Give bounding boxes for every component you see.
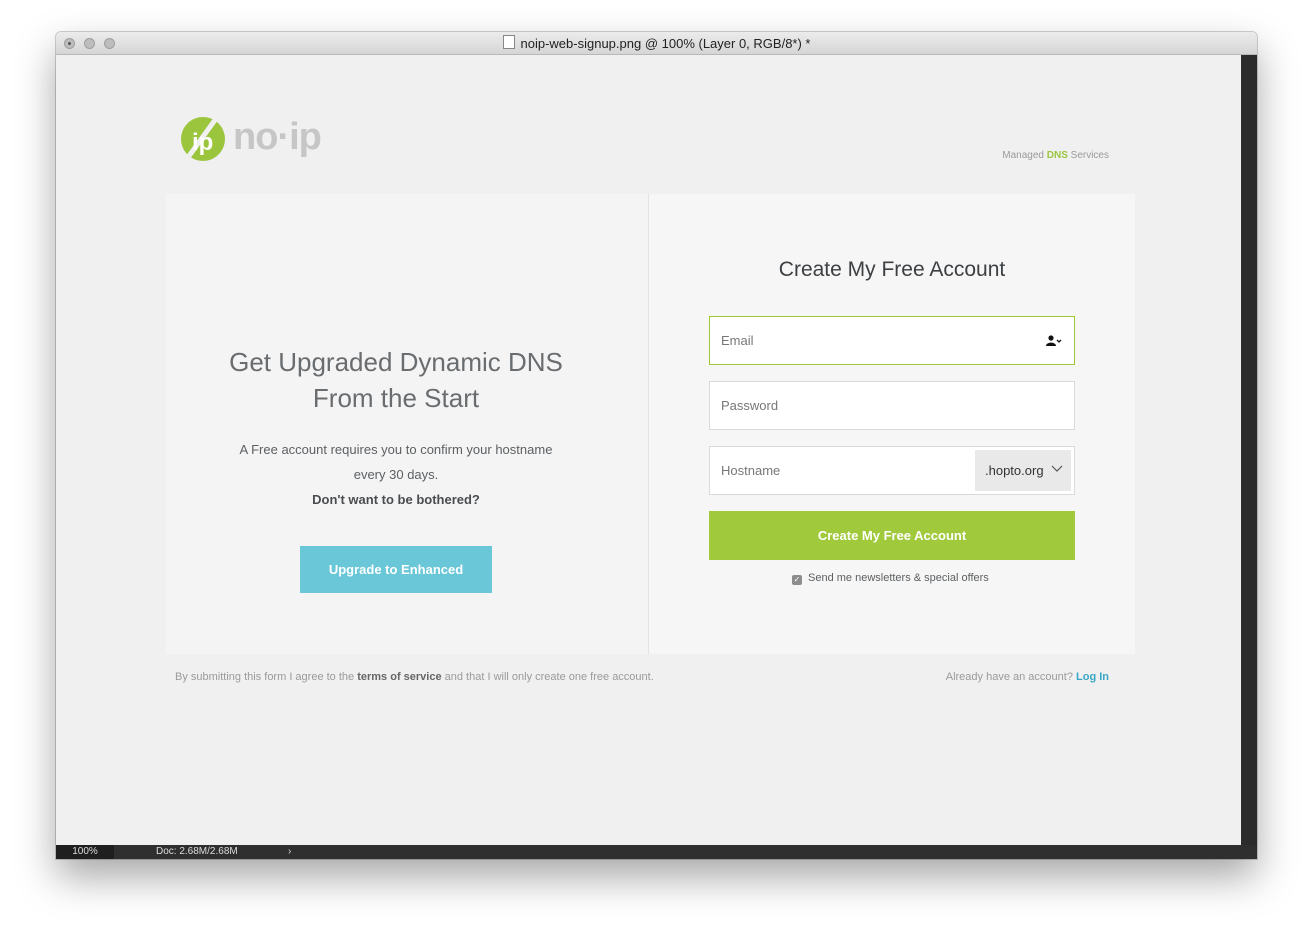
upgrade-heading-line1: Get Upgraded Dynamic DNS (229, 347, 563, 377)
signup-card: Get Upgraded Dynamic DNS From the Start … (166, 194, 1135, 654)
chevron-down-icon (1051, 450, 1063, 491)
contact-autofill-icon[interactable] (1046, 334, 1062, 350)
newsletter-option[interactable]: ✓ Send me newsletters & special offers (792, 572, 989, 585)
password-placeholder: Password (721, 398, 779, 413)
email-field[interactable]: Email (709, 316, 1075, 365)
zoom-level[interactable]: 100% (56, 845, 114, 859)
terms-notice: By submitting this form I agree to the t… (175, 671, 654, 683)
hostname-placeholder: Hostname (721, 463, 781, 478)
tagline: Managed DNS Services (1002, 150, 1109, 161)
signup-form: Create My Free Account Email Password Ho… (649, 194, 1135, 654)
log-in-link[interactable]: Log In (1076, 671, 1109, 683)
document-size: Doc: 2.68M/2.68M (156, 846, 238, 857)
upgrade-text-line2: every 30 days. (353, 467, 439, 482)
window-title: noip-web-signup.png @ 100% (Layer 0, RGB… (56, 35, 1257, 51)
terms-of-service-link[interactable]: terms of service (357, 671, 441, 683)
tagline-post: Services (1067, 150, 1109, 161)
title-bar: noip-web-signup.png @ 100% (Layer 0, RGB… (56, 32, 1257, 55)
upgrade-to-enhanced-button[interactable]: Upgrade to Enhanced (300, 546, 492, 593)
login-prompt: Already have an account? Log In (946, 671, 1109, 683)
upgrade-description: A Free account requires you to confirm y… (226, 437, 566, 512)
upgrade-question: Don't want to be bothered? (312, 492, 480, 507)
noip-logo-icon: ip (181, 117, 225, 161)
tagline-dns: DNS (1046, 150, 1068, 161)
page-canvas: ip no·ip Managed DNS Services Get Upgrad… (56, 55, 1241, 845)
hostname-field[interactable]: Hostname .hopto.org (709, 446, 1075, 495)
upgrade-panel: Get Upgraded Dynamic DNS From the Start … (166, 194, 649, 654)
domain-select-value: .hopto.org (985, 463, 1044, 478)
domain-select[interactable]: .hopto.org (975, 450, 1071, 491)
chevron-right-icon[interactable]: › (288, 845, 291, 859)
terms-post: and that I will only create one free acc… (441, 671, 654, 683)
noip-logo[interactable]: ip no·ip (179, 114, 322, 164)
document-icon (502, 35, 515, 49)
login-prompt-text: Already have an account? (945, 671, 1076, 683)
email-placeholder: Email (721, 333, 754, 348)
status-bar: 100% Doc: 2.68M/2.68M › (56, 845, 1257, 859)
terms-pre: By submitting this form I agree to the (175, 671, 358, 683)
upgrade-heading-line2: From the Start (312, 383, 480, 413)
app-window: noip-web-signup.png @ 100% (Layer 0, RGB… (56, 32, 1257, 859)
logo-mark-text: ip (192, 129, 213, 156)
form-heading: Create My Free Account (778, 258, 1006, 281)
password-field[interactable]: Password (709, 381, 1075, 430)
logo-wordmark: no·ip (233, 116, 322, 158)
tagline-pre: Managed (1002, 150, 1047, 161)
upgrade-heading: Get Upgraded Dynamic DNS From the Start (206, 344, 586, 416)
window-title-text: noip-web-signup.png @ 100% (Layer 0, RGB… (520, 36, 811, 51)
newsletter-label: Send me newsletters & special offers (808, 572, 989, 584)
panel-divider (1241, 55, 1257, 845)
create-account-button[interactable]: Create My Free Account (709, 511, 1075, 560)
upgrade-text-line1: A Free account requires you to confirm y… (239, 442, 553, 457)
newsletter-checkbox[interactable]: ✓ (792, 575, 802, 585)
